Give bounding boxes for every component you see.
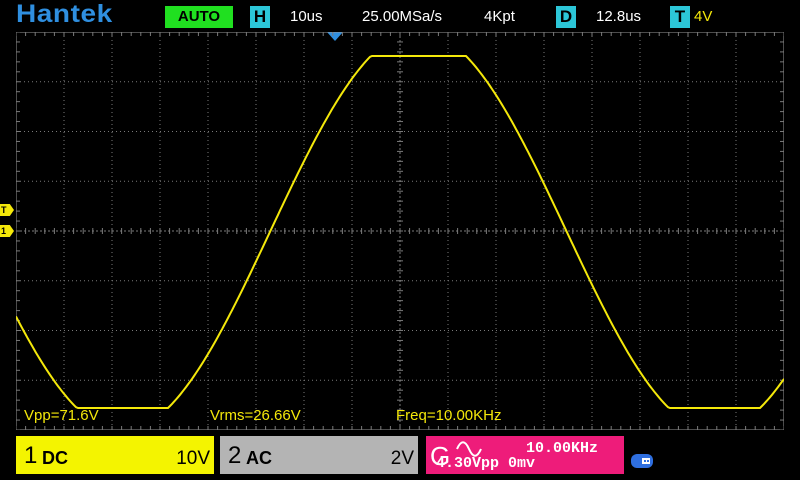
center-ticks bbox=[16, 32, 784, 430]
measurement-vrms: Vrms=26.66V bbox=[210, 407, 301, 424]
horizontal-tag[interactable]: H bbox=[250, 6, 270, 28]
trigger-level-value: 4V bbox=[694, 8, 713, 25]
memory-depth-value: 4Kpt bbox=[484, 8, 515, 25]
generator-amplitude-offset: 4.30Vpp 0mv bbox=[436, 455, 535, 472]
brand-logo: Hantek bbox=[16, 0, 113, 28]
channel2-panel[interactable]: 2 AC 2V bbox=[220, 436, 418, 474]
run-mode-badge[interactable]: AUTO bbox=[165, 6, 233, 28]
trigger-level-marker[interactable]: T bbox=[0, 204, 14, 216]
generator-panel[interactable]: G 10.00KHz 4.30Vpp 0mv bbox=[426, 436, 624, 474]
channel2-scale: 2V bbox=[390, 448, 414, 469]
delay-value: 12.8us bbox=[596, 8, 642, 25]
status-bar: Hantek AUTO H 10us 25.00MSa/s 4Kpt D 12.… bbox=[0, 0, 800, 32]
channel1-ground-marker[interactable]: 1 bbox=[0, 225, 14, 237]
generator-offset: 0mv bbox=[508, 455, 536, 472]
channel1-number: 1 bbox=[24, 442, 38, 469]
channel2-coupling: AC bbox=[246, 448, 272, 468]
channel1-panel[interactable]: 1 DC 10V bbox=[16, 436, 214, 474]
measurement-freq: Freq=10.00KHz bbox=[396, 407, 502, 424]
sample-rate-value: 25.00MSa/s bbox=[362, 8, 443, 25]
measurement-vpp: Vpp=71.6V bbox=[24, 407, 99, 424]
usb-icon bbox=[631, 454, 653, 468]
timebase-value: 10us bbox=[290, 8, 323, 25]
trigger-tag[interactable]: T bbox=[670, 6, 690, 28]
delay-tag[interactable]: D bbox=[556, 6, 576, 28]
channel1-scale: 10V bbox=[176, 448, 210, 469]
channel1-coupling: DC bbox=[42, 448, 68, 468]
generator-amplitude: 4.30Vpp bbox=[436, 455, 500, 472]
generator-frequency: 10.00KHz bbox=[526, 440, 599, 457]
waveform-display[interactable] bbox=[16, 32, 784, 430]
channel2-number: 2 bbox=[228, 442, 242, 469]
